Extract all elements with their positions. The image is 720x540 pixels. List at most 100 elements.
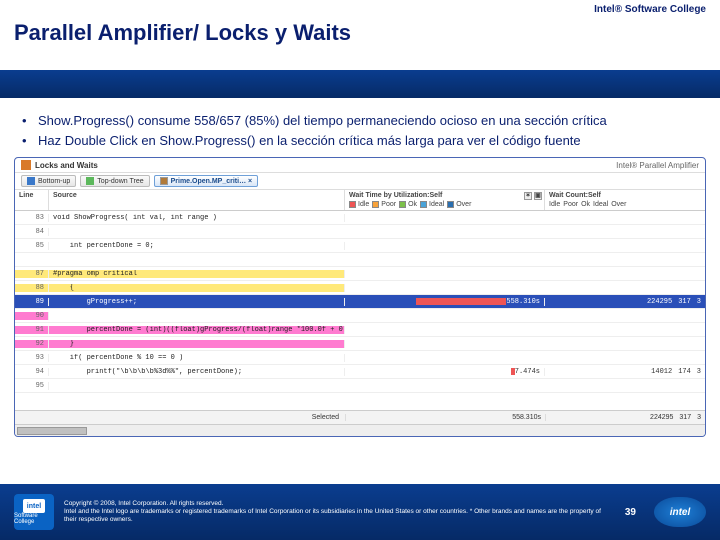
line-number: 88 [15, 284, 49, 292]
legend-over-icon [447, 201, 454, 208]
source-code: { [49, 284, 345, 292]
source-row[interactable]: 83void ShowProgress( int val, int range … [15, 211, 705, 225]
line-number: 84 [15, 228, 49, 236]
sc-text: Software College [14, 513, 54, 525]
util-legend-2: Idle Poor Ok Ideal Over [549, 201, 701, 208]
source-row[interactable]: 85 int percentDone = 0; [15, 239, 705, 253]
copyright-line: Copyright © 2008, Intel Corporation. All… [64, 500, 607, 508]
bullet-item: • Haz Double Click en Show.Progress() en… [22, 132, 698, 150]
source-row[interactable]: 89 gProgress++; 558.310s2242953173 [15, 295, 705, 309]
wait-count-cell: 2242953173 [545, 298, 705, 306]
line-number: 83 [15, 214, 49, 222]
util-legend: Idle Poor Ok Ideal Over [349, 201, 540, 208]
legend-ideal: Ideal [593, 201, 608, 208]
wait-count-cell: 140121743 [545, 368, 705, 376]
source-row[interactable]: 91 percentDone = (int)((float)gProgress/… [15, 323, 705, 337]
source-code: #pragma omp critical [49, 270, 345, 278]
wait-time-cell: 7.474s [345, 368, 545, 376]
source-code: if( percentDone % 10 == 0 ) [49, 354, 345, 362]
bottom-up-icon [27, 177, 35, 185]
legend-poor: Poor [563, 201, 578, 208]
line-number: 95 [15, 382, 49, 390]
slide-title: Parallel Amplifier/ Locks y Waits [14, 20, 706, 46]
app-icon [21, 160, 31, 170]
source-code: } [49, 340, 345, 348]
col-waittime-header[interactable]: Wait Time by Utilization:Self ✶ ▣ Idle P… [345, 190, 545, 210]
copyright-block: Copyright © 2008, Intel Corporation. All… [64, 500, 607, 524]
source-row[interactable]: 84 [15, 225, 705, 239]
col-waittime-label: Wait Time by Utilization:Self [349, 192, 442, 199]
amplifier-window: Locks and Waits Intel® Parallel Amplifie… [14, 157, 706, 437]
view-toolbar: Bottom-up Top-down Tree Prime.Open.MP_cr… [15, 172, 705, 190]
window-titlebar: Locks and Waits Intel® Parallel Amplifie… [15, 158, 705, 172]
college-label: Intel® Software College [594, 4, 706, 15]
line-number: 91 [15, 326, 49, 334]
scrollbar-thumb[interactable] [17, 427, 87, 435]
source-row[interactable]: 87#pragma omp critical [15, 267, 705, 281]
bullet-list: • Show.Progress() consume 558/657 (85%) … [0, 98, 720, 155]
selected-wc-poor: 317 [679, 414, 691, 421]
bottom-up-label: Bottom-up [38, 178, 70, 185]
source-row[interactable]: 95 [15, 379, 705, 393]
source-row[interactable]: 90 [15, 309, 705, 323]
col-source-header[interactable]: Source [49, 190, 345, 210]
selected-summary-row: Selected 558.310s 224295 317 3 [15, 410, 705, 424]
source-row[interactable]: 92 } [15, 337, 705, 351]
legend-ideal-icon [420, 201, 427, 208]
source-tab[interactable]: Prime.Open.MP_criti… × [154, 175, 259, 187]
bottom-up-button[interactable]: Bottom-up [21, 175, 76, 187]
legend-ok: Ok [581, 201, 590, 208]
source-tab-label: Prime.Open.MP_criti… × [171, 178, 253, 185]
legend-poor-icon [372, 201, 379, 208]
line-number: 92 [15, 340, 49, 348]
source-row[interactable]: 94 printf("\b\b\b\b%3d%%", percentDone);… [15, 365, 705, 379]
legend-idle: Idle [358, 201, 369, 208]
source-code: printf("\b\b\b\b%3d%%", percentDone); [49, 368, 345, 376]
top-down-button[interactable]: Top-down Tree [80, 175, 149, 187]
line-number: 87 [15, 270, 49, 278]
slide-header: Intel® Software College Parallel Amplifi… [0, 0, 720, 70]
source-row[interactable]: 93 if( percentDone % 10 == 0 ) [15, 351, 705, 365]
header-band [0, 70, 720, 98]
horizontal-scrollbar[interactable] [15, 424, 705, 436]
page-number: 39 [625, 507, 636, 518]
close-icon [160, 177, 168, 185]
col-config-icon[interactable]: ✶ [524, 192, 532, 200]
legend-over: Over [456, 201, 471, 208]
source-row[interactable]: 88 { [15, 281, 705, 295]
selected-wc-idle: 224295 [650, 414, 673, 421]
col-waitcount-header[interactable]: Wait Count:Self Idle Poor Ok Ideal Over [545, 190, 705, 210]
software-college-logo: intel Software College [14, 494, 54, 530]
legend-over: Over [611, 201, 626, 208]
legal-line: Intel and the Intel logo are trademarks … [64, 508, 607, 524]
col-waitcount-label: Wait Count:Self [549, 192, 601, 199]
brand-label: Intel® Parallel Amplifier [616, 161, 699, 170]
col-collapse-icon[interactable]: ▣ [534, 192, 542, 200]
line-number: 94 [15, 368, 49, 376]
source-code: void ShowProgress( int val, int range ) [49, 214, 345, 222]
col-line-header[interactable]: Line [15, 190, 49, 210]
window-title: Locks and Waits [35, 161, 98, 170]
source-row[interactable] [15, 253, 705, 267]
column-headers: Line Source Wait Time by Utilization:Sel… [15, 190, 705, 211]
bullet-dot-icon: • [22, 112, 38, 130]
source-rows: 83void ShowProgress( int val, int range … [15, 211, 705, 410]
intel-logo: intel [654, 497, 706, 527]
line-number: 89 [15, 298, 49, 306]
source-code: int percentDone = 0; [49, 242, 345, 250]
bullet-item: • Show.Progress() consume 558/657 (85%) … [22, 112, 698, 130]
selected-label: Selected [15, 414, 345, 421]
legend-poor: Poor [381, 201, 396, 208]
legend-ok-icon [399, 201, 406, 208]
legend-ok: Ok [408, 201, 417, 208]
line-number: 93 [15, 354, 49, 362]
legend-idle-icon [349, 201, 356, 208]
selected-waittime: 558.310s [345, 414, 545, 421]
slide-footer: intel Software College Copyright © 2008,… [0, 484, 720, 540]
source-code: percentDone = (int)((float)gProgress/(fl… [49, 326, 345, 334]
bullet-dot-icon: • [22, 132, 38, 150]
source-code: gProgress++; [49, 298, 345, 306]
legend-ideal: Ideal [429, 201, 444, 208]
intel-chip-icon: intel [23, 499, 45, 513]
top-down-label: Top-down Tree [97, 178, 143, 185]
